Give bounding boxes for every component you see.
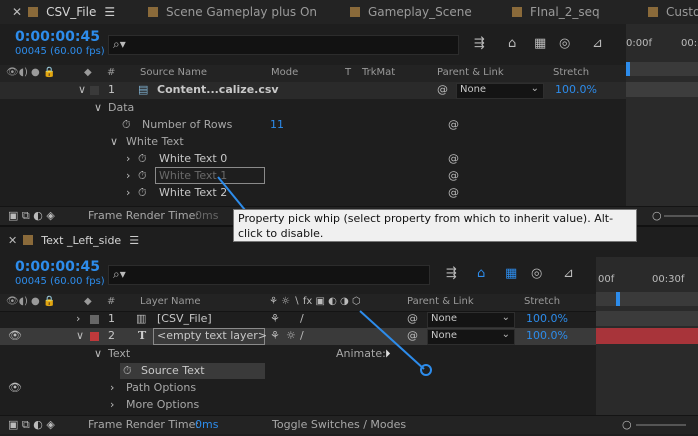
pick-whip-line-top xyxy=(217,176,246,211)
pick-whip-line-bottom xyxy=(359,310,425,370)
pick-whip-tooltip: Property pick whip (select property from… xyxy=(233,209,637,242)
